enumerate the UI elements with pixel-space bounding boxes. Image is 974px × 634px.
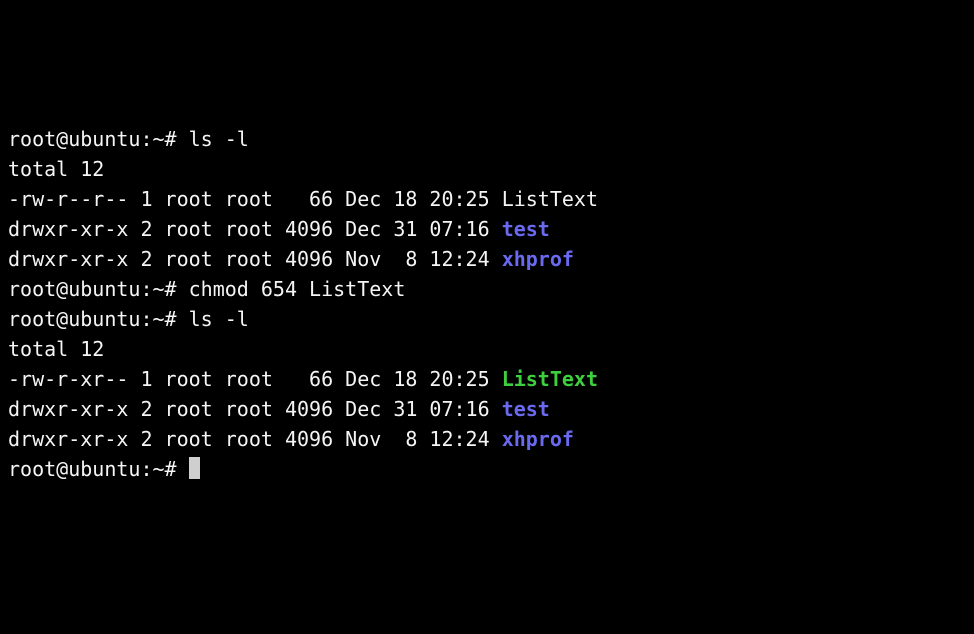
terminal-line: drwxr-xr-x 2 root root 4096 Nov 8 12:24 … <box>8 244 966 274</box>
ls-row-meta: drwxr-xr-x 2 root root 4096 Dec 31 07:16 <box>8 397 502 421</box>
ls-row-meta: -rw-r-xr-- 1 root root 66 Dec 18 20:25 <box>8 367 502 391</box>
terminal-line: root@ubuntu:~# chmod 654 ListText <box>8 274 966 304</box>
terminal-line: drwxr-xr-x 2 root root 4096 Dec 31 07:16… <box>8 394 966 424</box>
ls-row-name: ListText <box>502 187 598 211</box>
shell-command: ls -l <box>189 127 249 151</box>
ls-row-meta: drwxr-xr-x 2 root root 4096 Nov 8 12:24 <box>8 247 502 271</box>
cursor[interactable] <box>189 457 200 479</box>
ls-row-meta: drwxr-xr-x 2 root root 4096 Dec 31 07:16 <box>8 217 502 241</box>
shell-prompt: root@ubuntu:~# <box>8 457 189 481</box>
terminal-line: drwxr-xr-x 2 root root 4096 Dec 31 07:16… <box>8 214 966 244</box>
shell-command: ls -l <box>189 307 249 331</box>
terminal-line: drwxr-xr-x 2 root root 4096 Nov 8 12:24 … <box>8 424 966 454</box>
terminal-line: -rw-r-xr-- 1 root root 66 Dec 18 20:25 L… <box>8 364 966 394</box>
terminal-line: total 12 <box>8 154 966 184</box>
shell-command: chmod 654 ListText <box>189 277 406 301</box>
ls-row-meta: drwxr-xr-x 2 root root 4096 Nov 8 12:24 <box>8 427 502 451</box>
shell-prompt: root@ubuntu:~# <box>8 127 189 151</box>
terminal-output[interactable]: root@ubuntu:~# ls -l total 12 -rw-r--r-- 1… <box>8 124 966 484</box>
ls-total: total 12 <box>8 157 104 181</box>
ls-total: total 12 <box>8 337 104 361</box>
shell-prompt: root@ubuntu:~# <box>8 277 189 301</box>
ls-row-name: test <box>502 217 550 241</box>
ls-row-meta: -rw-r--r-- 1 root root 66 Dec 18 20:25 <box>8 187 502 211</box>
ls-row-name: ListText <box>502 367 598 391</box>
ls-row-name: xhprof <box>502 427 574 451</box>
terminal-line: -rw-r--r-- 1 root root 66 Dec 18 20:25 L… <box>8 184 966 214</box>
shell-prompt: root@ubuntu:~# <box>8 307 189 331</box>
terminal-line: total 12 <box>8 334 966 364</box>
ls-row-name: test <box>502 397 550 421</box>
terminal-line: root@ubuntu:~# <box>8 454 966 484</box>
terminal-line: root@ubuntu:~# ls -l <box>8 124 966 154</box>
terminal-line: root@ubuntu:~# ls -l <box>8 304 966 334</box>
ls-row-name: xhprof <box>502 247 574 271</box>
